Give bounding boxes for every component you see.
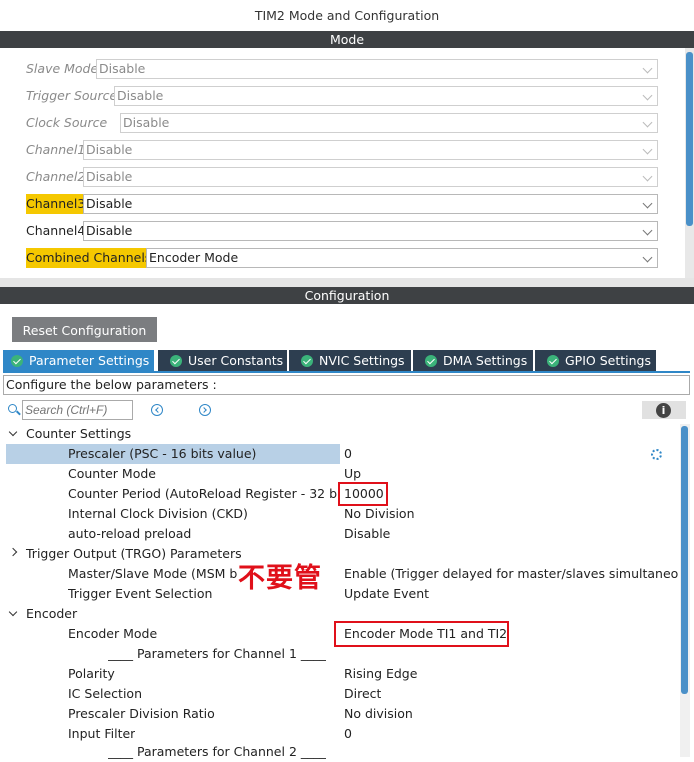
param-name[interactable]: Counter Mode <box>68 464 156 484</box>
info-icon[interactable]: i <box>656 403 671 418</box>
param-value[interactable]: No Division <box>344 504 415 524</box>
splitter[interactable] <box>0 278 694 287</box>
combined-channels-select[interactable]: Encoder Mode <box>146 248 658 268</box>
channel4-select[interactable]: Disable <box>83 221 658 241</box>
chevron-down-icon <box>642 225 653 236</box>
param-value[interactable]: Disable <box>344 524 390 544</box>
chevron-down-icon <box>642 198 653 209</box>
configure-instructions: Configure the below parameters : <box>3 375 690 395</box>
param-name[interactable]: Prescaler (PSC - 16 bits value) <box>68 444 256 464</box>
param-name[interactable]: Internal Clock Division (CKD) <box>68 504 248 524</box>
chevron-down-icon <box>642 144 653 155</box>
chevron-right-icon[interactable] <box>199 404 211 416</box>
check-icon <box>11 355 23 367</box>
chevron-down-icon <box>642 63 653 74</box>
reset-configuration-button[interactable]: Reset Configuration <box>12 317 157 342</box>
tab-parameter-settings[interactable]: Parameter Settings <box>3 350 154 371</box>
param-name[interactable]: Counter Period (AutoReload Register - 32… <box>68 484 340 504</box>
param-subheader: ____ Parameters for Channel 1 ____ <box>108 646 326 661</box>
check-icon <box>425 355 437 367</box>
check-icon <box>547 355 559 367</box>
param-value[interactable]: 0 <box>344 724 352 744</box>
group-encoder[interactable]: Encoder <box>26 604 77 624</box>
param-name[interactable]: Encoder Mode <box>68 624 157 644</box>
channel3-label: Channel3 <box>26 194 86 214</box>
chevron-down-icon <box>642 171 653 182</box>
param-name[interactable]: Trigger Event Selection <box>68 584 212 604</box>
search-input[interactable] <box>22 400 133 420</box>
channel2-label: Channel2 <box>26 169 86 184</box>
clock-source-label: Clock Source <box>26 115 108 130</box>
mode-scrollbar-thumb[interactable] <box>686 52 693 226</box>
param-name[interactable]: Prescaler Division Ratio <box>68 704 215 724</box>
tab-dma-settings[interactable]: DMA Settings <box>413 350 533 371</box>
annotation-box <box>338 482 388 506</box>
clock-source-select[interactable]: Disable <box>120 113 658 133</box>
chevron-right-icon[interactable] <box>8 547 18 557</box>
window-title: TIM2 Mode and Configuration <box>0 0 694 31</box>
channel4-label: Channel4 <box>26 223 86 238</box>
gear-icon[interactable] <box>651 449 662 460</box>
param-name[interactable]: Polarity <box>68 664 115 684</box>
param-value[interactable]: 0 <box>344 444 352 464</box>
param-value[interactable]: No division <box>344 704 413 724</box>
param-name[interactable]: Master/Slave Mode (MSM bit) <box>68 564 238 584</box>
mode-header: Mode <box>0 31 694 48</box>
chevron-down-icon <box>642 252 653 263</box>
configuration-header: Configuration <box>0 287 694 304</box>
param-name[interactable]: IC Selection <box>68 684 142 704</box>
param-name[interactable]: Input Filter <box>68 724 135 744</box>
param-value[interactable]: Direct <box>344 684 381 704</box>
combined-channels-label: Combined Channels <box>26 248 152 268</box>
channel1-label: Channel1 <box>26 142 86 157</box>
check-icon <box>170 355 182 367</box>
chevron-down-icon <box>642 90 653 101</box>
annotation-text: 不要管 <box>238 563 322 594</box>
param-value[interactable]: Up <box>344 464 361 484</box>
trigger-source-select[interactable]: Disable <box>114 86 658 106</box>
param-subheader: ____ Parameters for Channel 2 ____ <box>108 744 326 759</box>
tab-underline <box>3 371 690 373</box>
mode-panel: Slave Mode Disable Trigger Source Disabl… <box>0 48 694 278</box>
group-trigger-output[interactable]: Trigger Output (TRGO) Parameters <box>26 544 242 564</box>
channel3-select[interactable]: Disable <box>83 194 658 214</box>
chevron-down-icon <box>642 117 653 128</box>
annotation-box <box>334 621 509 647</box>
group-counter-settings[interactable]: Counter Settings <box>26 424 131 444</box>
param-name[interactable]: auto-reload preload <box>68 524 191 544</box>
slave-mode-label: Slave Mode <box>26 61 99 76</box>
trigger-source-label: Trigger Source <box>26 88 118 103</box>
tab-user-constants[interactable]: User Constants <box>158 350 287 371</box>
search-icon <box>8 404 17 413</box>
chevron-down-icon[interactable] <box>8 427 18 437</box>
slave-mode-select[interactable]: Disable <box>96 59 658 79</box>
channel1-select[interactable]: Disable <box>83 140 658 160</box>
param-value[interactable]: Enable (Trigger delayed for master/slave… <box>344 564 678 584</box>
channel2-select[interactable]: Disable <box>83 167 658 187</box>
config-scrollbar-thumb[interactable] <box>681 426 688 694</box>
param-value[interactable]: Update Event <box>344 584 429 604</box>
check-icon <box>301 355 313 367</box>
tab-nvic-settings[interactable]: NVIC Settings <box>289 350 411 371</box>
param-value[interactable]: Rising Edge <box>344 664 417 684</box>
chevron-down-icon[interactable] <box>8 607 18 617</box>
chevron-left-icon[interactable] <box>151 404 163 416</box>
tab-gpio-settings[interactable]: GPIO Settings <box>535 350 656 371</box>
